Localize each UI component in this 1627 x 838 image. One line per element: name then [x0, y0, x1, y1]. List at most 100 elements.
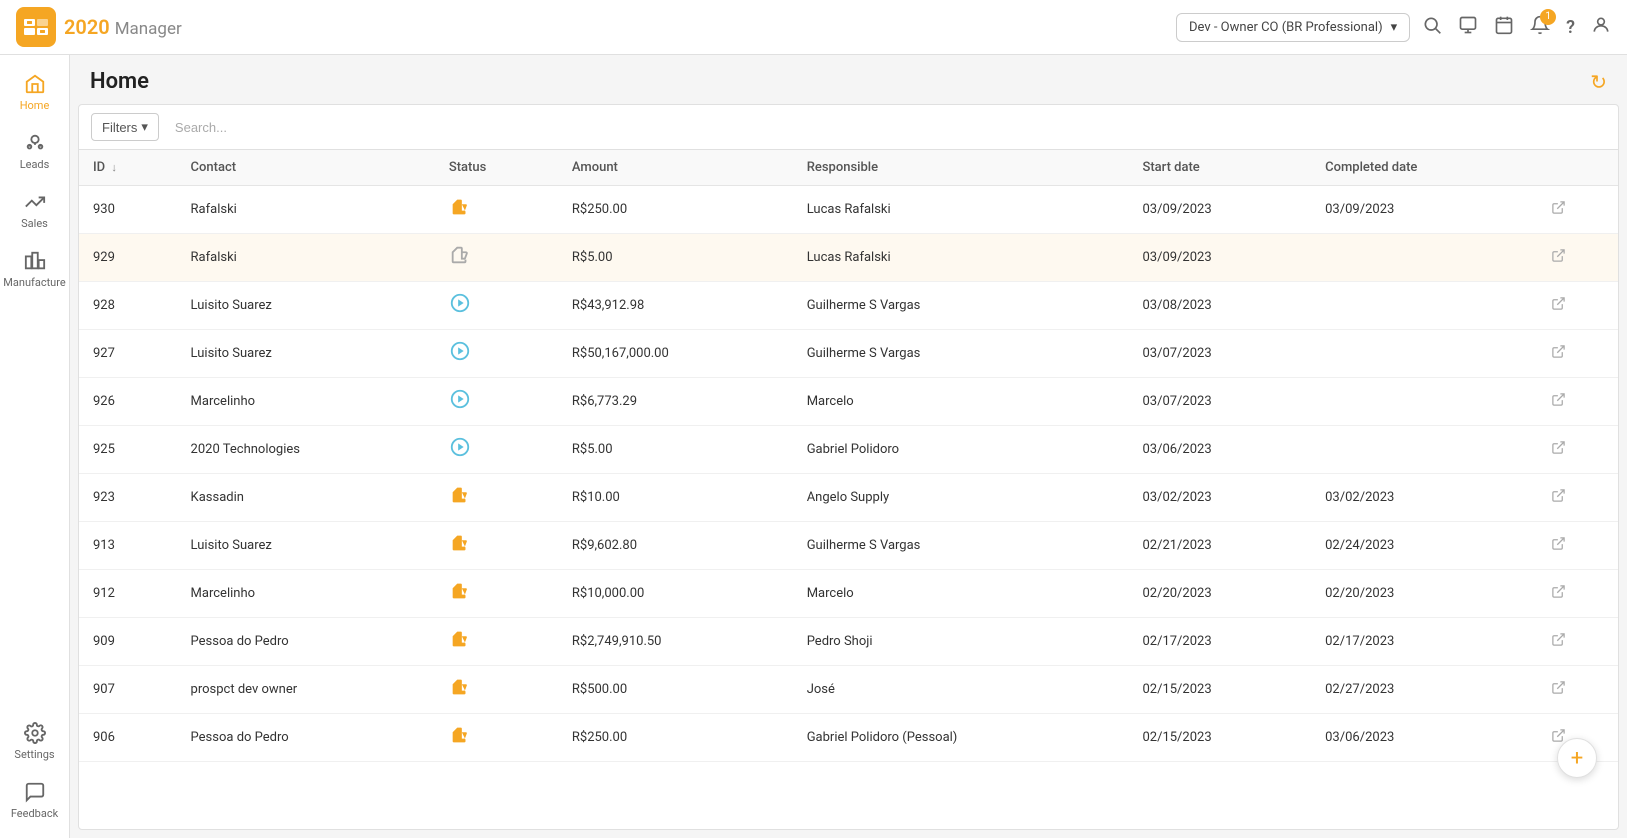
add-icon: + [1571, 746, 1583, 771]
sidebar-item-feedback[interactable]: Feedback [0, 771, 69, 830]
cell-amount: R$10,000.00 [558, 570, 793, 618]
cell-status [435, 570, 558, 618]
cell-actions [1537, 474, 1618, 522]
cell-amount: R$10.00 [558, 474, 793, 522]
cell-start-date: 03/02/2023 [1128, 474, 1311, 522]
add-fab-button[interactable]: + [1557, 738, 1597, 778]
table-row: 925 2020 Technologies R$5.00 Gabriel Pol… [79, 426, 1618, 474]
open-record-icon[interactable] [1551, 299, 1566, 315]
col-id[interactable]: ID ↓ [79, 150, 177, 186]
help-icon[interactable]: ? [1566, 17, 1575, 38]
table-row: 929 Rafalski R$5.00 Lucas Rafalski 03/09… [79, 234, 1618, 282]
cell-id: 906 [79, 714, 177, 762]
col-start-date[interactable]: Start date [1128, 150, 1311, 186]
cell-start-date: 03/09/2023 [1128, 234, 1311, 282]
open-record-icon[interactable] [1551, 491, 1566, 507]
cell-start-date: 03/07/2023 [1128, 378, 1311, 426]
open-record-icon[interactable] [1551, 203, 1566, 219]
cell-amount: R$500.00 [558, 666, 793, 714]
sidebar-item-settings[interactable]: Settings [0, 712, 69, 771]
cell-contact: Rafalski [177, 186, 435, 234]
cell-amount: R$9,602.80 [558, 522, 793, 570]
sidebar-bottom: Settings Feedback [0, 712, 69, 830]
cell-responsible: Marcelo [793, 570, 1129, 618]
cell-start-date: 02/21/2023 [1128, 522, 1311, 570]
cell-completed-date: 03/02/2023 [1311, 474, 1537, 522]
filters-label: Filters [102, 120, 137, 135]
page-header: Home ↻ [70, 55, 1627, 104]
table-row: 912 Marcelinho R$10,000.00 Marcelo 02/20… [79, 570, 1618, 618]
open-record-icon[interactable] [1551, 395, 1566, 411]
cell-start-date: 03/07/2023 [1128, 330, 1311, 378]
cell-status [435, 666, 558, 714]
cell-contact: Marcelinho [177, 570, 435, 618]
col-completed-date[interactable]: Completed date [1311, 150, 1537, 186]
page-title: Home [90, 69, 149, 94]
sidebar-leads-label: Leads [20, 158, 50, 171]
table-row: 930 Rafalski R$250.00 Lucas Rafalski 03/… [79, 186, 1618, 234]
sort-arrow: ↓ [111, 161, 117, 174]
sidebar-item-sales[interactable]: Sales [0, 181, 69, 240]
cell-completed-date: 03/09/2023 [1311, 186, 1537, 234]
refresh-icon[interactable]: ↻ [1590, 70, 1607, 94]
open-record-icon[interactable] [1551, 251, 1566, 267]
open-record-icon[interactable] [1551, 347, 1566, 363]
search-icon[interactable] [1422, 15, 1442, 40]
sidebar-item-leads[interactable]: Leads [0, 122, 69, 181]
open-record-icon[interactable] [1551, 443, 1566, 459]
sidebar-item-manufacture[interactable]: Manufacture [0, 240, 69, 299]
open-record-icon[interactable] [1551, 683, 1566, 699]
cell-contact: Kassadin [177, 474, 435, 522]
top-navigation: 2020 Manager Dev - Owner CO (BR Professi… [0, 0, 1627, 55]
col-status[interactable]: Status [435, 150, 558, 186]
filters-button[interactable]: Filters ▾ [91, 113, 159, 141]
cell-id: 927 [79, 330, 177, 378]
col-amount[interactable]: Amount [558, 150, 793, 186]
cell-responsible: Marcelo [793, 378, 1129, 426]
sidebar-settings-label: Settings [14, 748, 54, 761]
cell-completed-date [1311, 378, 1537, 426]
leads-table: ID ↓ Contact Status Amount Responsible S… [79, 150, 1618, 762]
cell-completed-date [1311, 330, 1537, 378]
cell-responsible: Lucas Rafalski [793, 234, 1129, 282]
notification-badge: 1 [1540, 9, 1556, 25]
sidebar-manufacture-label: Manufacture [3, 276, 65, 289]
cell-contact: prospct dev owner [177, 666, 435, 714]
open-record-icon[interactable] [1551, 539, 1566, 555]
table-row: 926 Marcelinho R$6,773.29 Marcelo 03/07/… [79, 378, 1618, 426]
notification-icon[interactable]: 1 [1530, 15, 1550, 40]
cell-actions [1537, 186, 1618, 234]
search-input[interactable] [167, 116, 1606, 139]
sidebar-sales-label: Sales [21, 217, 48, 230]
col-contact[interactable]: Contact [177, 150, 435, 186]
open-record-icon[interactable] [1551, 635, 1566, 651]
cell-amount: R$6,773.29 [558, 378, 793, 426]
cell-amount: R$2,749,910.50 [558, 618, 793, 666]
cell-responsible: Guilherme S Vargas [793, 330, 1129, 378]
cell-completed-date [1311, 426, 1537, 474]
user-icon[interactable] [1591, 15, 1611, 40]
cell-completed-date [1311, 234, 1537, 282]
cell-start-date: 02/20/2023 [1128, 570, 1311, 618]
main-layout: Home Leads Sales Manufacture [0, 55, 1627, 838]
sidebar-item-home[interactable]: Home [0, 63, 69, 122]
cell-id: 923 [79, 474, 177, 522]
calendar-icon[interactable] [1494, 15, 1514, 40]
cell-id: 930 [79, 186, 177, 234]
col-responsible[interactable]: Responsible [793, 150, 1129, 186]
cell-actions [1537, 330, 1618, 378]
cell-status [435, 330, 558, 378]
open-record-icon[interactable] [1551, 587, 1566, 603]
main-content: Home ↻ Filters ▾ ID ↓ Contact Status [70, 55, 1627, 838]
chat-icon[interactable] [1458, 15, 1478, 40]
env-selector[interactable]: Dev - Owner CO (BR Professional) ▾ [1176, 13, 1410, 42]
col-actions [1537, 150, 1618, 186]
cell-start-date: 03/06/2023 [1128, 426, 1311, 474]
table-scroll[interactable]: ID ↓ Contact Status Amount Responsible S… [79, 150, 1618, 829]
cell-actions [1537, 282, 1618, 330]
cell-responsible: Guilherme S Vargas [793, 282, 1129, 330]
cell-amount: R$43,912.98 [558, 282, 793, 330]
table-row: 909 Pessoa do Pedro R$2,749,910.50 Pedro… [79, 618, 1618, 666]
cell-actions [1537, 618, 1618, 666]
cell-id: 912 [79, 570, 177, 618]
